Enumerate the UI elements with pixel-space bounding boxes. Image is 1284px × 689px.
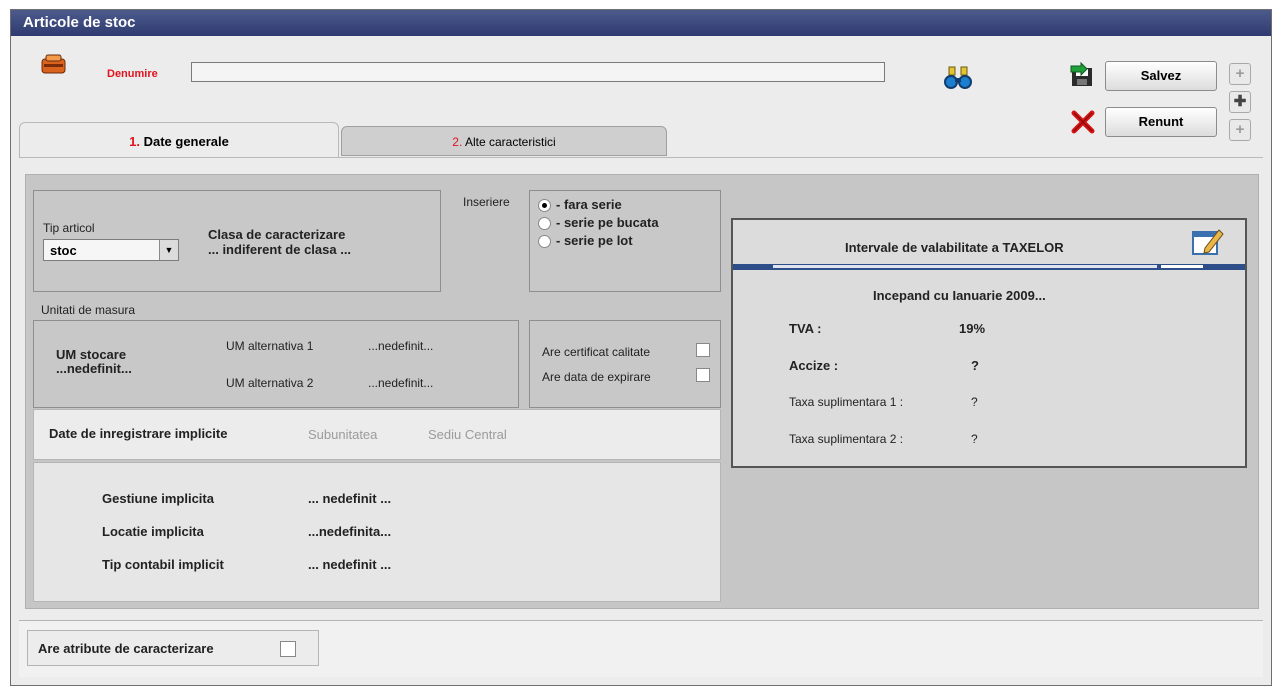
locatie-value: ...nedefinita... (308, 524, 392, 539)
denumire-input[interactable] (191, 62, 885, 82)
tab-strip-line (19, 157, 1263, 158)
gestiune-label: Gestiune implicita (102, 491, 214, 506)
binoculars-icon[interactable] (943, 65, 973, 91)
accize-label: Accize : (789, 358, 839, 373)
tip-articol-panel: Tip articol stoc ▼ Clasa de caracterizar… (33, 190, 441, 292)
tip-articol-label: Tip articol (43, 221, 95, 235)
chevron-down-icon[interactable]: ▼ (159, 240, 178, 260)
radio-serie-bucata[interactable] (538, 217, 551, 230)
tab-alte-caracteristici[interactable]: 2. Alte caracteristici (341, 126, 667, 156)
tab-1-label: Date generale (143, 134, 229, 149)
down-icon[interactable]: + (1229, 119, 1251, 141)
window-title: Articole de stoc (11, 10, 1271, 36)
clasa-title: Clasa de caracterizare (208, 227, 346, 242)
taxa1-value: ? (971, 395, 978, 409)
inseriere-panel: - fara serie - serie pe bucata - serie p… (529, 190, 721, 292)
tip-contabil-label: Tip contabil implicit (102, 557, 224, 572)
atribute-panel: Are atribute de caracterizare (27, 630, 319, 666)
tab-2-number: 2. (452, 135, 463, 149)
expirare-checkbox[interactable] (696, 368, 710, 382)
taxa2-value: ? (971, 432, 978, 446)
cancel-button-label: Renunt (1138, 114, 1184, 129)
radio-fara-serie-label: - fara serie (556, 197, 622, 212)
tva-value: 19% (959, 321, 986, 336)
um-stocare-value: ...nedefinit... (56, 361, 132, 376)
tip-articol-select[interactable]: stoc ▼ (43, 239, 179, 261)
taxa1-label: Taxa suplimentara 1 : (789, 395, 904, 409)
certificat-panel: Are certificat calitate Are data de expi… (529, 320, 721, 408)
article-icon (39, 52, 69, 76)
denumire-label: Denumire (107, 66, 158, 80)
radio-fara-serie[interactable] (538, 199, 551, 212)
subunitate-label: Subunitatea (308, 427, 378, 442)
plus-icon[interactable]: ✚ (1229, 91, 1251, 113)
up-icon[interactable]: + (1229, 63, 1251, 85)
um-alt2-value: ...nedefinit... (368, 376, 434, 390)
taxe-panel: Intervale de valabilitate a TAXELOR Ince… (731, 218, 1247, 468)
tip-articol-value: stoc (50, 243, 77, 258)
atribute-label: Are atribute de caracterizare (38, 641, 214, 656)
clasa-value: ... indiferent de clasa ... (208, 242, 352, 257)
um-panel: UM stocare ...nedefinit... UM alternativ… (33, 320, 519, 408)
denumire-label-text: Denumire (107, 68, 158, 80)
um-section-label: Unitati de masura (41, 303, 136, 317)
inregistrare-header: Date de inregistrare implicite Subunitat… (33, 409, 721, 460)
taxe-scroll-thumb[interactable] (1161, 265, 1203, 268)
certificat-checkbox[interactable] (696, 343, 710, 357)
radio-serie-bucata-label: - serie pe bucata (556, 215, 659, 230)
cancel-x-icon (1071, 110, 1095, 134)
tab-2-label: Alte caracteristici (464, 135, 556, 149)
save-button-label: Salvez (1140, 68, 1182, 83)
tip-contabil-value: ... nedefinit ... (308, 557, 392, 572)
main-window: Articole de stoc Denumire Salvez Renunt … (10, 9, 1272, 686)
gestiune-value: ... nedefinit ... (308, 491, 392, 506)
taxa2-label: Taxa suplimentara 2 : (789, 432, 904, 446)
taxe-period: Incepand cu Ianuarie 2009... (873, 288, 1046, 303)
expirare-label: Are data de expirare (542, 370, 651, 384)
tab-date-generale[interactable]: 1. Date generale (19, 122, 339, 158)
um-alt2-label: UM alternativa 2 (226, 376, 314, 390)
certificat-label: Are certificat calitate (542, 345, 651, 359)
radio-serie-lot[interactable] (538, 235, 551, 248)
um-stocare-title: UM stocare (56, 347, 127, 362)
um-alt1-label: UM alternativa 1 (226, 339, 314, 353)
tab-1-number: 1. (129, 134, 140, 149)
cancel-button[interactable]: Renunt (1105, 107, 1217, 137)
save-button[interactable]: Salvez (1105, 61, 1217, 91)
inregistrare-title: Date de inregistrare implicite (49, 426, 228, 441)
atribute-checkbox[interactable] (280, 641, 296, 657)
accize-value: ? (971, 358, 979, 373)
save-icon (1069, 61, 1095, 88)
locatie-label: Locatie implicita (102, 524, 204, 539)
um-alt1-value: ...nedefinit... (368, 339, 434, 353)
tva-label: TVA : (789, 321, 822, 336)
inseriere-label: Inseriere (463, 195, 510, 209)
radio-serie-lot-label: - serie pe lot (556, 233, 633, 248)
inregistrare-panel: Gestiune implicita ... nedefinit ... Loc… (33, 462, 721, 602)
edit-note-icon[interactable] (1191, 226, 1225, 258)
taxe-scroll-track[interactable] (773, 265, 1157, 268)
sediu-value: Sediu Central (428, 427, 507, 442)
taxe-title: Intervale de valabilitate a TAXELOR (845, 240, 1064, 255)
